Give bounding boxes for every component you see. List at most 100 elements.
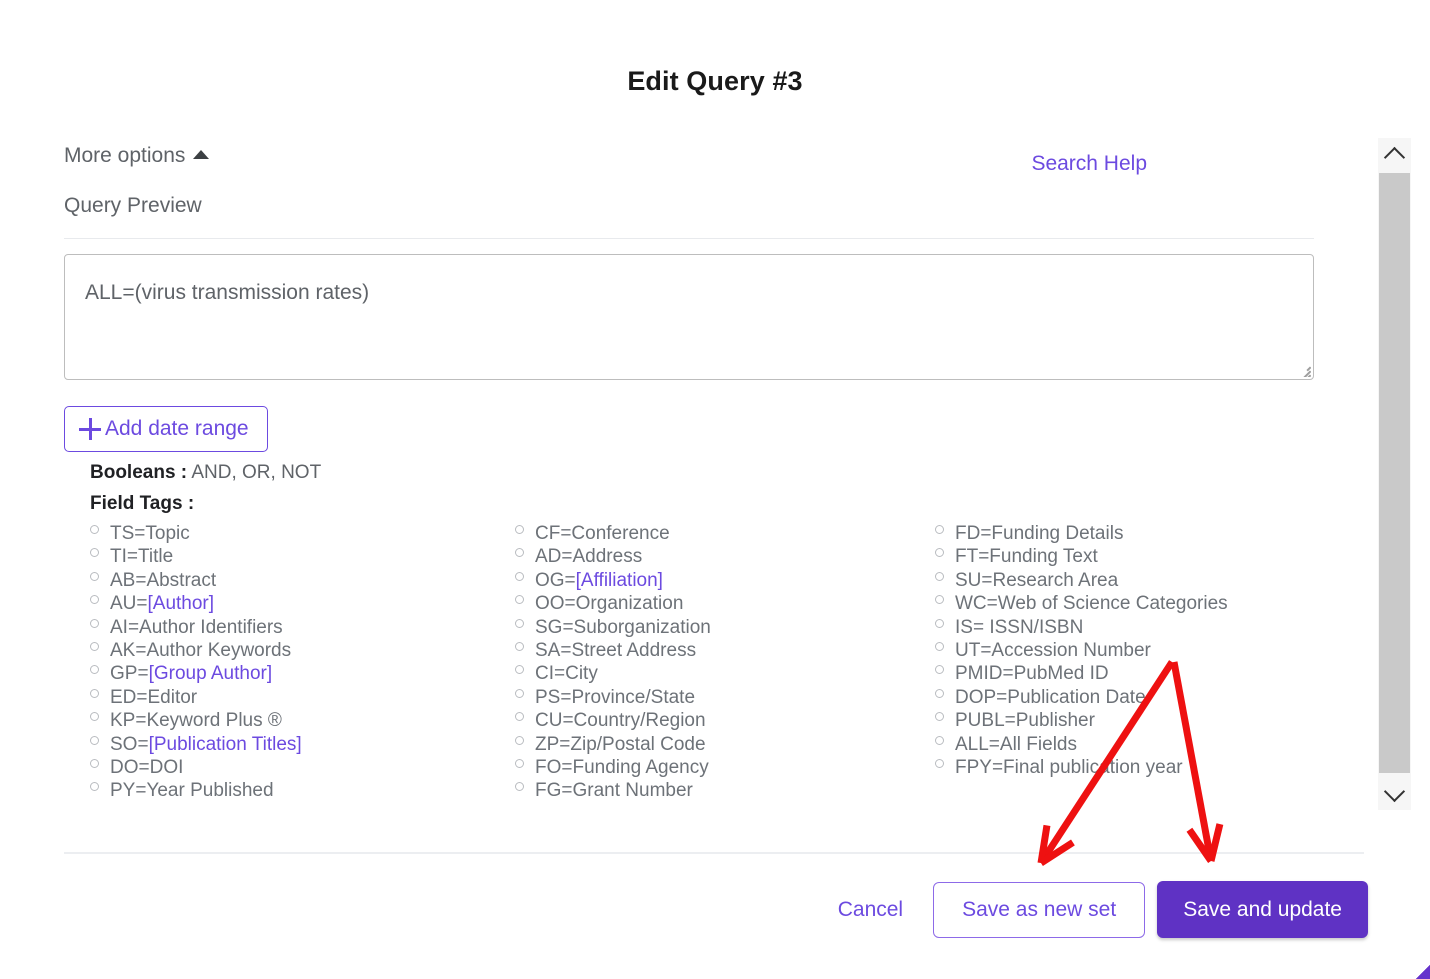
field-tag-item: DO=DOI (90, 756, 515, 779)
bullet-icon (90, 759, 99, 769)
field-tag-label: AI=Author Identifiers (110, 616, 283, 638)
bullet-icon (90, 548, 99, 558)
scrollbar-thumb[interactable] (1379, 173, 1410, 773)
field-tag-label: KP=Keyword Plus ® (110, 710, 282, 732)
search-help-link[interactable]: Search Help (1031, 152, 1147, 176)
bullet-icon (515, 782, 524, 792)
field-tag-label: CI=City (535, 663, 598, 685)
bullet-icon (90, 618, 99, 628)
bullet-icon (935, 595, 944, 605)
bullet-icon (935, 735, 944, 745)
bullet-icon (90, 688, 99, 698)
resize-grip-icon[interactable] (1293, 359, 1311, 377)
field-tag-item: FPY=Final publication year (935, 756, 1320, 779)
field-tag-label: IS= ISSN/ISBN (955, 616, 1084, 638)
booleans-line: Booleans : AND, OR, NOT (90, 462, 321, 484)
bullet-icon (515, 759, 524, 769)
query-input[interactable]: ALL=(virus transmission rates) (64, 254, 1314, 380)
field-tag-item: FT=Funding Text (935, 545, 1320, 568)
bullet-icon (935, 548, 944, 558)
field-tag-label: GP= (110, 663, 149, 685)
field-tag-item: PY=Year Published (90, 779, 515, 802)
field-tag-label: DO=DOI (110, 757, 184, 779)
field-tag-label: ZP=Zip/Postal Code (535, 733, 706, 755)
query-input-value: ALL=(virus transmission rates) (85, 281, 370, 304)
vertical-scrollbar[interactable] (1378, 138, 1411, 810)
field-tag-item: SU=Research Area (935, 569, 1320, 592)
bullet-icon (935, 525, 944, 534)
divider-top (64, 238, 1314, 239)
save-and-update-button[interactable]: Save and update (1157, 881, 1368, 938)
field-tag-item: FG=Grant Number (515, 779, 935, 802)
add-date-range-button[interactable]: Add date range (64, 406, 268, 452)
field-tag-label: PMID=PubMed ID (955, 663, 1109, 685)
bullet-icon (935, 618, 944, 628)
add-date-range-label: Add date range (105, 417, 249, 440)
bullet-icon (90, 735, 99, 745)
bullet-icon (90, 595, 99, 605)
field-tag-label: CF=Conference (535, 523, 670, 544)
field-tag-label: SU=Research Area (955, 569, 1119, 591)
field-tag-label: TI=Title (110, 546, 174, 568)
field-tag-link[interactable]: [Publication Titles] (149, 733, 302, 756)
bullet-icon (515, 712, 524, 722)
field-tag-link[interactable]: [Affiliation] (576, 569, 663, 592)
bullet-icon (515, 735, 524, 745)
bullet-icon (90, 571, 99, 581)
scroll-up-button[interactable] (1378, 138, 1411, 171)
save-as-new-set-button[interactable]: Save as new set (933, 881, 1146, 938)
field-tag-item: AK=Author Keywords (90, 639, 515, 662)
field-tag-label: PUBL=Publisher (955, 710, 1095, 732)
field-tag-item: OG= [Affiliation] (515, 569, 935, 592)
field-tag-item: CF=Conference (515, 522, 935, 545)
field-tag-item: ZP=Zip/Postal Code (515, 733, 935, 756)
field-tag-label: FO=Funding Agency (535, 757, 709, 779)
field-tag-item: AB=Abstract (90, 569, 515, 592)
field-tag-item: KP=Keyword Plus ® (90, 709, 515, 732)
bullet-icon (935, 571, 944, 581)
field-tag-item: GP= [Group Author] (90, 662, 515, 685)
plus-icon (79, 418, 101, 440)
field-tag-label: FD=Funding Details (955, 523, 1124, 544)
edit-query-modal: Edit Query #3 More options Search Help Q… (0, 0, 1430, 979)
field-tag-item: PMID=PubMed ID (935, 662, 1320, 685)
scroll-down-button[interactable] (1378, 777, 1411, 810)
field-tag-label: WC=Web of Science Categories (955, 593, 1228, 615)
field-tag-label: TS=Topic (110, 523, 190, 544)
bullet-icon (515, 665, 524, 675)
booleans-label: Booleans : (90, 462, 188, 483)
field-tags-column-3: FD=Funding Details FT=Funding Text SU=Rese… (935, 522, 1320, 803)
modal-actions: Cancel Save as new set Save and update (838, 881, 1368, 938)
cancel-button[interactable]: Cancel (838, 898, 933, 922)
field-tag-item: AD=Address (515, 545, 935, 568)
field-tag-label: SO= (110, 733, 149, 755)
chevron-down-icon (1383, 780, 1406, 802)
caret-up-icon (193, 149, 210, 159)
field-tag-item: ALL=All Fields (935, 733, 1320, 756)
field-tag-item: CI=City (515, 662, 935, 685)
field-tag-link[interactable]: [Group Author] (149, 662, 273, 685)
field-tag-label: PS=Province/State (535, 686, 696, 708)
more-options-toggle[interactable]: More options (64, 144, 210, 168)
field-tag-link[interactable]: [Author] (148, 592, 215, 615)
field-tag-item: UT=Accession Number (935, 639, 1320, 662)
bullet-icon (935, 688, 944, 698)
field-tag-item: IS= ISSN/ISBN (935, 616, 1320, 639)
field-tag-label: SG=Suborganization (535, 616, 711, 638)
field-tags-columns: TS=Topic TI=Title AB=Abstract AU= [Author] AI… (90, 522, 1320, 803)
field-tag-item: AI=Author Identifiers (90, 616, 515, 639)
field-tag-item: SA=Street Address (515, 639, 935, 662)
field-tag-label: AK=Author Keywords (110, 640, 292, 662)
bullet-icon (515, 618, 524, 628)
field-tags-column-1: TS=Topic TI=Title AB=Abstract AU= [Author] AI… (90, 522, 515, 803)
bullet-icon (90, 525, 99, 534)
field-tag-item: CU=Country/Region (515, 709, 935, 732)
field-tag-label: CU=Country/Region (535, 710, 706, 732)
field-tag-item: ED=Editor (90, 686, 515, 709)
field-tag-label: OO=Organization (535, 593, 684, 615)
query-preview-label: Query Preview (64, 194, 202, 217)
chevron-up-icon (1383, 146, 1406, 168)
field-tag-item: PS=Province/State (515, 686, 935, 709)
field-tag-label: ALL=All Fields (955, 733, 1077, 755)
field-tag-label: FG=Grant Number (535, 780, 693, 802)
